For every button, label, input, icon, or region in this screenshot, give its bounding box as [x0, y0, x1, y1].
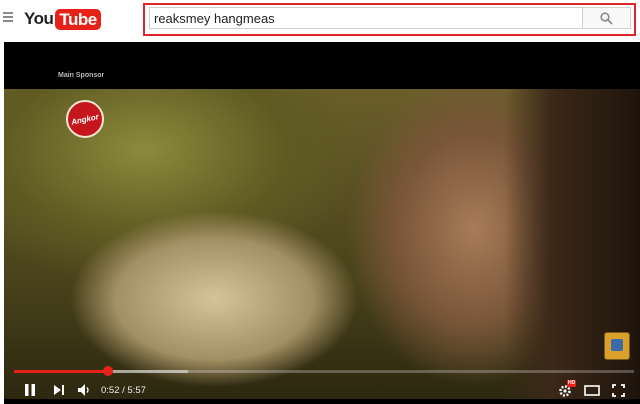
sponsor-logo-text: Angkor [70, 111, 100, 127]
settings-button[interactable]: HD [556, 380, 577, 400]
logo-tube-text: Tube [55, 8, 101, 30]
duration: 5:57 [127, 385, 146, 396]
hd-badge: HD [567, 380, 577, 387]
search-icon [600, 11, 613, 25]
theater-mode-icon [584, 384, 600, 396]
search-input[interactable] [149, 7, 582, 29]
sponsor-label: Main Sponsor [58, 72, 105, 79]
progress-played [14, 370, 109, 373]
next-icon [54, 385, 64, 395]
menu-icon[interactable] [3, 12, 13, 22]
logo-you-text: You [24, 9, 54, 28]
next-button[interactable] [51, 380, 67, 400]
sponsor-logo: Angkor [66, 100, 104, 138]
fullscreen-icon [611, 383, 625, 397]
play-pause-button[interactable] [20, 380, 40, 400]
time-display: 0:52 / 5:57 [101, 385, 146, 396]
video-player[interactable]: Main Sponsor Angkor 0:52 / 5:57 HD [4, 42, 640, 404]
progress-bar[interactable] [14, 366, 634, 376]
theater-mode-button[interactable] [582, 380, 602, 400]
youtube-logo[interactable]: You Tube [24, 8, 101, 30]
video-frame[interactable] [4, 89, 640, 399]
current-time: 0:52 [101, 385, 120, 396]
volume-button[interactable] [76, 380, 94, 400]
search-button[interactable] [582, 7, 631, 29]
volume-icon [78, 384, 89, 396]
player-controls: 0:52 / 5:57 HD [4, 376, 640, 404]
masthead: You Tube [0, 0, 640, 38]
channel-watermark[interactable] [604, 332, 630, 360]
fullscreen-button[interactable] [608, 380, 628, 400]
pause-icon [25, 384, 35, 396]
